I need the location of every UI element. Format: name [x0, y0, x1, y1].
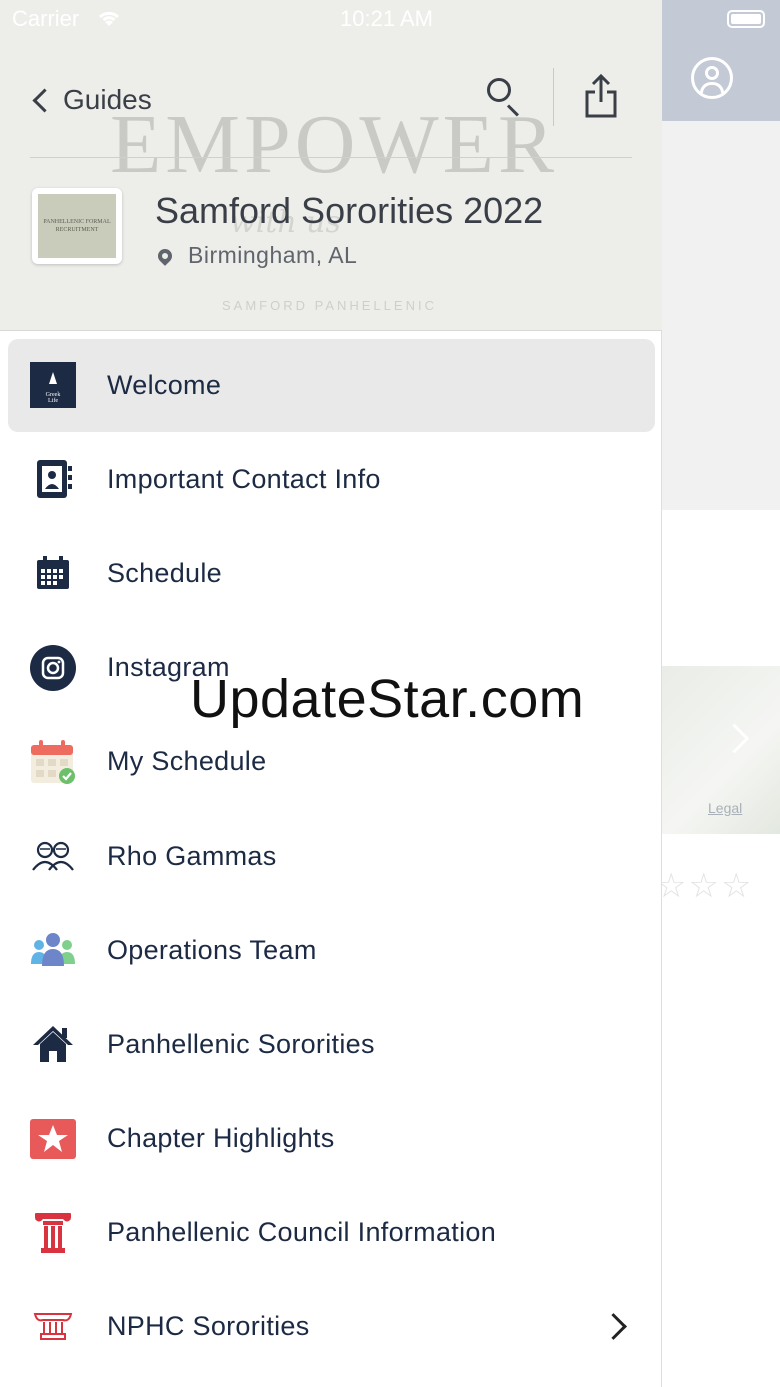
- rating-stars: ☆☆☆: [656, 867, 754, 905]
- map-preview[interactable]: Legal: [662, 666, 780, 834]
- team-icon: [30, 927, 76, 973]
- guide-location-label: Birmingham, AL: [188, 242, 358, 268]
- header-divider: [30, 157, 632, 158]
- menu-item-chapter-highlights[interactable]: Chapter Highlights: [0, 1092, 662, 1186]
- guide-sidebar: EMPOWER with us SAMFORD PANHELLENIC Carr…: [0, 0, 662, 1387]
- menu-item-important-contact-info[interactable]: Important Contact Info: [0, 432, 662, 526]
- contact-book-icon: [30, 456, 76, 502]
- guide-thumbnail: PANHELLENIC FORMAL RECRUITMENT: [32, 188, 122, 264]
- menu-item-label: Instagram: [107, 652, 230, 683]
- menu-item-label: Welcome: [107, 369, 222, 400]
- background-lower: ☆☆☆: [656, 834, 780, 1387]
- menu-item-label: Operations Team: [107, 934, 317, 965]
- menu-item-label: Important Contact Info: [107, 463, 381, 494]
- menu-item-label: Panhellenic Council Information: [107, 1217, 497, 1248]
- battery-icon: [727, 10, 765, 28]
- back-button-label: Guides: [63, 84, 152, 115]
- column-icon: [30, 1210, 76, 1256]
- menu-item-label: Rho Gammas: [107, 840, 277, 871]
- column-outline-icon: [30, 1304, 76, 1350]
- menu-item-label: Panhellenic Sororities: [107, 1028, 375, 1059]
- guide-title: Samford Sororities 2022: [155, 190, 544, 231]
- star-badge-icon: [30, 1116, 76, 1162]
- menu-item-panhellenic-council-information[interactable]: Panhellenic Council Information: [0, 1186, 662, 1280]
- background-card: [662, 510, 780, 666]
- carrier-label: Carrier: [12, 6, 80, 31]
- map-legal-link[interactable]: Legal: [708, 800, 742, 816]
- chevron-right-icon[interactable]: [600, 1313, 627, 1341]
- menu-item-welcome[interactable]: Greek Life Welcome: [0, 338, 662, 433]
- svg-text:Life: Life: [48, 397, 58, 404]
- back-button[interactable]: Guides: [30, 80, 152, 120]
- menu-item-schedule[interactable]: Schedule: [0, 526, 662, 620]
- my-schedule-icon: [30, 739, 76, 785]
- search-icon[interactable]: [487, 78, 523, 117]
- toolbar-divider: [553, 68, 554, 126]
- instagram-icon: [30, 644, 76, 691]
- house-icon: [30, 1021, 76, 1067]
- greek-life-logo-icon: Greek Life: [30, 362, 76, 409]
- menu-item-my-schedule[interactable]: My Schedule: [0, 715, 662, 809]
- background-header: [662, 0, 780, 121]
- menu-item-label: Schedule: [107, 557, 222, 588]
- people-outline-icon: [30, 833, 76, 879]
- profile-icon[interactable]: [691, 57, 733, 99]
- guide-menu: Greek Life Welcome Important Contact Info…: [0, 338, 662, 1374]
- share-icon[interactable]: [584, 73, 618, 118]
- status-bar: Carrier 10:21 AM: [12, 6, 433, 32]
- chevron-right-icon: [719, 723, 750, 754]
- background-panel: Legal ☆☆☆: [656, 0, 780, 1387]
- guide-location: Birmingham, AL: [155, 242, 358, 269]
- menu-item-nphc-sororities[interactable]: NPHC Sororities: [0, 1280, 662, 1374]
- guide-thumbnail-text: PANHELLENIC FORMAL RECRUITMENT: [38, 194, 116, 258]
- menu-item-label: My Schedule: [107, 746, 267, 777]
- chevron-left-icon: [32, 87, 57, 113]
- menu-item-instagram[interactable]: Instagram: [0, 621, 662, 715]
- menu-item-label: NPHC Sororities: [107, 1311, 310, 1342]
- menu-item-label: Chapter Highlights: [107, 1123, 335, 1154]
- location-pin-icon: [155, 245, 175, 266]
- wifi-icon: [96, 8, 122, 34]
- status-time: 10:21 AM: [340, 6, 433, 31]
- menu-item-operations-team[interactable]: Operations Team: [0, 903, 662, 997]
- menu-item-rho-gammas[interactable]: Rho Gammas: [0, 809, 662, 903]
- sidebar-header: EMPOWER with us SAMFORD PANHELLENIC Carr…: [0, 0, 662, 331]
- header-watermark-sub: SAMFORD PANHELLENIC: [222, 298, 437, 313]
- calendar-icon: [30, 550, 76, 596]
- menu-item-panhellenic-sororities[interactable]: Panhellenic Sororities: [0, 997, 662, 1091]
